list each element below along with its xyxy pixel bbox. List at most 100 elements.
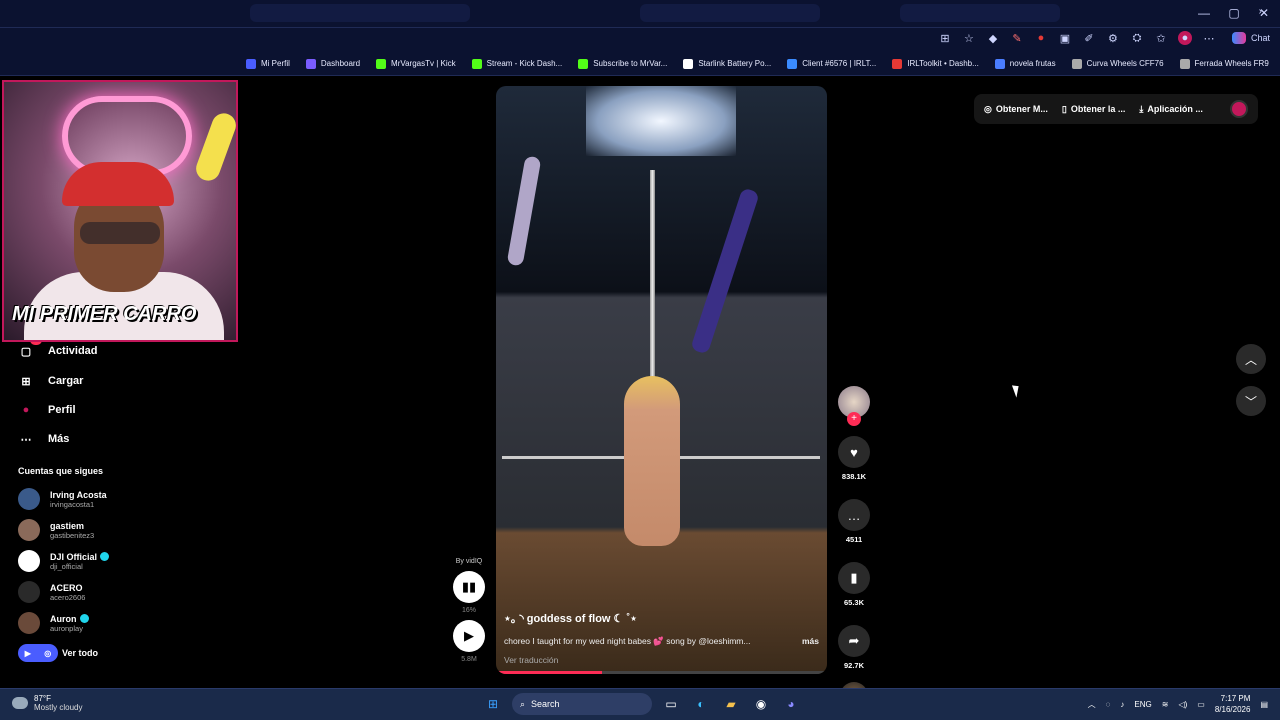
pen-icon[interactable]: ✐ — [1082, 31, 1096, 45]
bookmark-item[interactable]: Mi Perfil — [238, 58, 298, 69]
address-bar: ⊞ ☆ ◆ ✎ ● ▣ ✐ ⚙ ⛭ ✩ ● ⋯ Chat — [0, 28, 1280, 52]
user-avatar[interactable] — [1230, 100, 1248, 118]
more-link[interactable]: más — [802, 636, 819, 647]
verified-icon — [79, 614, 89, 623]
file-explorer-icon[interactable]: ▰ — [720, 693, 742, 715]
following-handle: gastibenitez3 — [50, 530, 95, 540]
chevron-right-icon[interactable]: › — [1259, 6, 1262, 17]
share-icon[interactable]: ➦ — [838, 625, 870, 657]
settings-icon[interactable]: ⛭ — [1130, 31, 1144, 45]
get-app-button[interactable]: ▯ Obtener la ... — [1062, 104, 1125, 115]
chevron-down-icon[interactable]: ﹀ — [1236, 386, 1266, 416]
video-player[interactable]: ⋆｡ ◝ goddess of flow ☾ ˚⋆ choreo I taugh… — [496, 86, 827, 674]
app-icon[interactable]: ◉ — [750, 693, 772, 715]
stats-button[interactable]: ▮▮ — [453, 571, 485, 603]
browser-tab[interactable] — [250, 4, 470, 22]
sidebar-item-actividad[interactable]: ▢6 Actividad — [16, 335, 98, 361]
following-handle: acero2606 — [50, 592, 86, 602]
following-item[interactable]: Auron auronplay — [18, 612, 89, 634]
windows-start-icon[interactable]: ⊞ — [482, 693, 504, 715]
bookmark-item[interactable]: Client #6576 | IRLT... — [779, 58, 884, 69]
extension-icon[interactable]: ▣ — [1058, 31, 1072, 45]
following-name: Irving Acosta — [50, 489, 107, 500]
streamer-cap — [62, 162, 174, 206]
bookmark-item[interactable]: Stream - Kick Dash... — [464, 58, 571, 69]
top-actions: ◎ Obtener M... ▯ Obtener la ... ⤓ Aplicació… — [974, 94, 1258, 124]
see-all-button[interactable]: ▶ ◎ Ver todo — [18, 644, 98, 662]
minimize-icon[interactable]: — — [1194, 6, 1214, 20]
wifi-icon[interactable]: ≋ — [1162, 700, 1169, 709]
vidiq-by: By vidIQ — [455, 558, 483, 565]
video-progress[interactable] — [496, 671, 827, 674]
following-handle: auronplay — [50, 623, 83, 633]
upload-icon: ⊞ — [21, 375, 31, 388]
follow-plus-icon[interactable]: + — [847, 412, 861, 426]
bookmark-icon[interactable]: ▮ — [838, 562, 870, 594]
creator-avatar[interactable]: + — [838, 386, 870, 426]
weather-widget[interactable]: 87°F Mostly cloudy — [12, 694, 82, 712]
heart-icon[interactable]: ♥ — [838, 436, 870, 468]
browser-tab[interactable] — [900, 4, 1060, 22]
bookmark-item[interactable]: IRLToolkit • Dashb... — [884, 58, 987, 69]
chevron-up-icon[interactable]: ︿ — [1236, 344, 1266, 374]
translate-link[interactable]: Ver traducción — [504, 655, 819, 665]
bookmark-action[interactable]: ▮ 65.3K — [836, 562, 872, 607]
notification-icon[interactable]: ▤ — [1260, 700, 1268, 709]
taskbar-search[interactable]: ⌕ Search — [512, 693, 652, 715]
sidebar-item-perfil[interactable]: ● Perfil — [16, 400, 76, 420]
following-item[interactable]: gastiem gastibenitez3 — [18, 519, 94, 541]
sidebar-item-ms[interactable]: ⋯ Más — [16, 429, 70, 449]
tiktok-page: MI PRIMER CARRO ●LIVE▽99+Mensajes▢6Activ… — [0, 76, 1280, 710]
get-coins-button[interactable]: ◎ Obtener M... — [984, 104, 1048, 115]
bookmark-item[interactable]: novela frutas — [987, 58, 1064, 69]
maximize-icon[interactable]: ▢ — [1224, 6, 1244, 20]
bookmark-favicon-icon — [994, 58, 1005, 69]
profile-icon[interactable]: ● — [1177, 31, 1192, 45]
ceiling-light — [586, 86, 736, 156]
streamer-glasses — [80, 222, 160, 244]
coin-icon: ◎ — [984, 103, 992, 114]
close-icon[interactable]: ✕ — [1254, 6, 1274, 20]
video-progress-fill — [496, 671, 602, 674]
following-item[interactable]: Irving Acosta irvingacosta1 — [18, 488, 107, 510]
task-view-icon[interactable]: ▭ — [660, 693, 682, 715]
more-icon[interactable]: ⋯ — [1202, 31, 1216, 45]
bookmark-item[interactable]: MrVargasTv | Kick — [368, 58, 464, 69]
comment-icon[interactable]: … — [838, 499, 870, 531]
following-name: gastiem — [50, 520, 85, 531]
language-indicator[interactable]: ENG — [1134, 700, 1151, 709]
puzzle-icon[interactable]: ⚙ — [1106, 31, 1120, 45]
volume-icon[interactable]: ◁) — [1178, 700, 1187, 709]
following-item[interactable]: ACERO acero2606 — [18, 581, 85, 603]
comment-action[interactable]: … 4511 — [836, 499, 872, 544]
extension-icon[interactable]: ✎ — [1010, 31, 1024, 45]
bookmark-item[interactable]: Dashboard — [298, 58, 368, 69]
extension-icon[interactable]: ◆ — [986, 31, 1000, 45]
app-icon[interactable]: ⊞ — [938, 31, 952, 45]
edge-icon[interactable]: ◐ — [690, 693, 712, 715]
chat-button[interactable]: Chat — [1231, 32, 1270, 44]
bookmark-item[interactable]: Ferrada Wheels FR9 — [1172, 58, 1277, 69]
bookmark-item[interactable]: Subscribe to MrVar... — [570, 58, 675, 69]
heart-action[interactable]: ♥ 838.1K — [836, 436, 872, 481]
play-button[interactable]: ▶ — [453, 620, 485, 652]
bookmark-label: Ferrada Wheels FR9 — [1194, 59, 1269, 68]
microphone-icon[interactable]: ♪ — [1120, 700, 1124, 709]
clock[interactable]: 7:17 PM 8/16/2026 — [1215, 693, 1251, 715]
favorites-icon[interactable]: ✩ — [1154, 31, 1168, 45]
network-icon[interactable]: ◌ — [1106, 700, 1111, 709]
bookmark-item[interactable]: Starlink Battery Po... — [675, 58, 779, 69]
star-icon[interactable]: ☆ — [962, 31, 976, 45]
following-item[interactable]: DJI Official dji_official — [18, 550, 110, 572]
extension-icon[interactable]: ● — [1034, 31, 1048, 45]
battery-icon[interactable]: ▭ — [1197, 700, 1205, 709]
sidebar-item-cargar[interactable]: ⊞ Cargar — [16, 371, 83, 391]
bookmark-label: Client #6576 | IRLT... — [802, 59, 877, 68]
discord-icon[interactable]: ◕ — [780, 693, 802, 715]
share-action[interactable]: ➦ 92.7K — [836, 625, 872, 670]
download-app-button[interactable]: ⤓ Aplicación ... — [1139, 104, 1203, 115]
chevron-up-icon[interactable]: ︿ — [1088, 699, 1096, 710]
play-icon: ▶ — [464, 628, 474, 643]
browser-tab[interactable] — [640, 4, 820, 22]
bookmark-item[interactable]: Curva Wheels CFF76 — [1064, 58, 1172, 69]
